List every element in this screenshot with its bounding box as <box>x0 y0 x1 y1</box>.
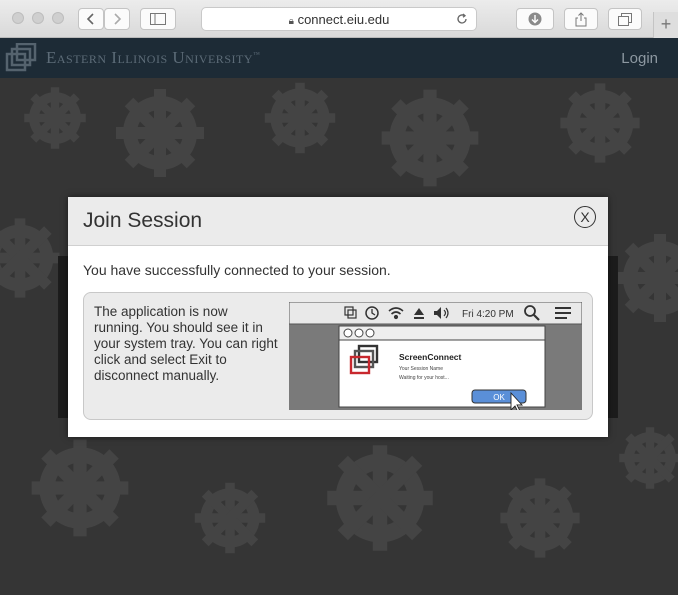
close-dialog-button[interactable]: X <box>574 206 596 228</box>
share-icon <box>575 11 587 26</box>
site-header: Eastern Illinois University™ Login <box>0 38 678 78</box>
status-text: Waiting for your host... <box>399 375 449 381</box>
close-window-button[interactable] <box>12 12 24 24</box>
system-tray-illustration: Fri 4:20 PM ScreenConnect Your Session N… <box>289 302 582 410</box>
session-name-text: Your Session Name <box>399 366 443 372</box>
zoom-window-button[interactable] <box>52 12 64 24</box>
dialog-header: Join Session X <box>68 197 608 246</box>
clock-text: Fri 4:20 PM <box>462 309 514 320</box>
browser-toolbar: 🔒︎ connect.eiu.edu + <box>0 0 678 38</box>
instructions-box: The application is now running. You shou… <box>83 292 593 420</box>
back-button[interactable] <box>78 8 104 30</box>
minimize-window-button[interactable] <box>32 12 44 24</box>
new-tab-button[interactable]: + <box>653 12 678 38</box>
chevron-right-icon <box>114 13 122 25</box>
sidebar-toggle-button[interactable] <box>140 8 176 30</box>
connection-message: You have successfully connected to your … <box>83 262 391 278</box>
window-dot-icon <box>365 328 375 338</box>
lock-icon: 🔒︎ <box>288 16 294 27</box>
ok-button-label: OK <box>493 393 505 402</box>
instructions-text: The application is now running. You shou… <box>94 304 278 383</box>
share-button[interactable] <box>564 8 598 30</box>
reload-icon[interactable] <box>456 13 468 25</box>
tabs-overview-button[interactable] <box>608 8 642 30</box>
chevron-left-icon <box>86 13 94 25</box>
forward-button[interactable] <box>104 8 130 30</box>
download-icon <box>528 12 542 26</box>
url-text: 🔒︎ connect.eiu.edu <box>288 12 390 27</box>
join-session-dialog: Join Session X You have successfully con… <box>68 197 608 437</box>
app-name-text: ScreenConnect <box>399 352 462 362</box>
login-link[interactable]: Login <box>621 50 658 67</box>
brand-name: Eastern Illinois University™ <box>46 48 261 67</box>
sidebar-icon <box>150 13 166 25</box>
downloads-button[interactable] <box>516 8 554 30</box>
eiu-logo-icon <box>5 43 37 72</box>
dialog-title: Join Session <box>83 209 203 232</box>
tabs-icon <box>618 12 632 26</box>
address-bar[interactable]: 🔒︎ connect.eiu.edu <box>201 7 477 31</box>
window-dot-icon <box>354 328 364 338</box>
window-dot-icon <box>343 328 353 338</box>
